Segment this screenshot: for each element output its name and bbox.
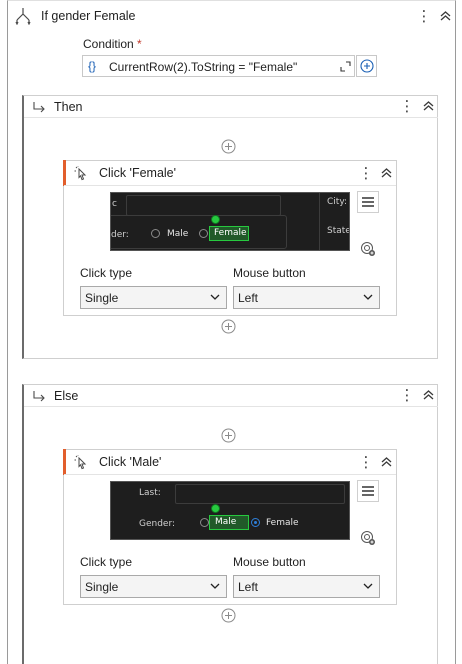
else-add-activity-top[interactable] [221,428,236,443]
screenshot-text: Male [167,229,189,239]
mouse-button-select[interactable]: Left [233,286,380,309]
mouse-button-value: Left [238,579,259,594]
chevron-down-icon [210,583,220,589]
mouse-button-value: Left [238,290,259,305]
screenshot-radio [151,229,160,238]
then-add-activity-top[interactable] [221,139,236,154]
click-female-title[interactable]: Click 'Female' [99,166,176,180]
screenshot-menu-button[interactable] [357,191,379,213]
if-collapse-icon[interactable] [437,7,453,25]
screenshot-text: Last: [139,488,161,498]
screenshot-text: Female [266,518,299,528]
click-male-menu-icon[interactable]: ⋮ [359,453,374,471]
click-type-label: Click type [80,266,133,280]
condition-label-text: Condition [83,37,134,51]
click-type-label: Click type [80,555,133,569]
screenshot-radio [200,518,209,527]
condition-value: CurrentRow(2).ToString = "Female" [109,60,298,74]
mouse-button-select[interactable]: Left [233,575,380,598]
click-type-value: Single [85,290,119,305]
click-male-collapse-icon[interactable] [378,453,394,471]
screenshot-text: c [112,199,117,209]
screenshot-text: Female [214,228,247,238]
else-collapse-icon[interactable] [420,386,436,404]
click-female-menu-icon[interactable]: ⋮ [359,164,374,182]
screenshot-text: Gender: [139,519,176,529]
activity-accent [63,449,66,475]
screenshot-radio [251,518,260,527]
click-type-value: Single [85,579,119,594]
screenshot-menu-button[interactable] [357,480,379,502]
required-marker: * [137,37,142,51]
else-title: Else [54,389,79,403]
if-activity-title[interactable]: If gender Female [41,9,136,23]
chevron-down-icon [363,294,373,300]
hamburger-icon [362,197,374,207]
click-female-collapse-icon[interactable] [378,164,394,182]
expression-braces-icon[interactable]: {} [88,59,96,73]
if-menu-icon[interactable]: ⋮ [417,7,432,25]
then-add-activity-bottom[interactable] [221,319,236,334]
else-add-activity-bottom[interactable] [221,608,236,623]
branch-arrow-icon [32,390,46,405]
then-menu-icon[interactable]: ⋮ [400,97,415,115]
branch-arrow-icon [32,101,46,116]
click-type-select[interactable]: Single [80,286,227,309]
click-icon [74,166,90,185]
click-male-activity: Click 'Male' ⋮ Last: Gender: Male Female… [63,449,397,605]
screenshot-text: State [327,226,350,236]
click-female-activity: Click 'Female' ⋮ c der: Male Female City… [63,160,397,316]
plus-circle-icon [359,59,374,73]
then-collapse-icon[interactable] [420,97,436,115]
mouse-button-label: Mouse button [233,266,306,280]
mouse-button-label: Mouse button [233,555,306,569]
chevron-down-icon [210,294,220,300]
screenshot-radio [199,229,208,238]
chevron-down-icon [363,583,373,589]
condition-add-button[interactable] [356,55,377,77]
click-male-title[interactable]: Click 'Male' [99,455,161,469]
condition-input[interactable]: {} CurrentRow(2).ToString = "Female" [82,55,355,77]
activity-accent [63,160,66,186]
target-point [211,215,220,224]
if-icon [15,7,31,26]
else-menu-icon[interactable]: ⋮ [400,386,415,404]
indicate-target-icon[interactable] [360,530,376,549]
hamburger-icon [362,486,374,496]
condition-label: Condition * [83,37,142,51]
screenshot-text: Male [215,517,237,527]
screenshot-text: City: [327,197,348,207]
screenshot-text: der: [111,230,129,240]
target-screenshot[interactable]: Last: Gender: Male Female [110,481,350,540]
target-screenshot[interactable]: c der: Male Female City: State [110,192,350,251]
target-point [211,504,220,513]
click-type-select[interactable]: Single [80,575,227,598]
indicate-target-icon[interactable] [360,241,376,260]
expand-editor-icon[interactable] [340,61,351,75]
then-title: Then [54,100,83,114]
click-icon [74,455,90,474]
